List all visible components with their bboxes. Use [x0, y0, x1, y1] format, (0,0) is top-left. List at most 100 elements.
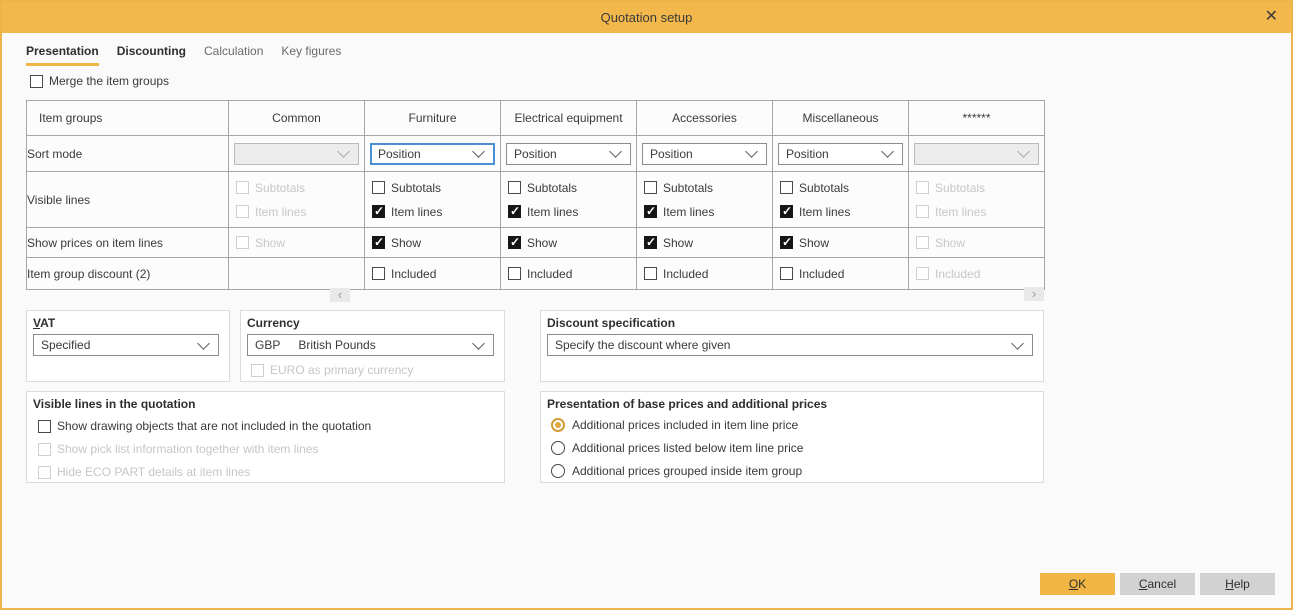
subtotals-checkbox-miscellaneous[interactable]: Subtotals: [780, 181, 908, 195]
checkbox-box-icon: [508, 236, 521, 249]
close-icon[interactable]: ✕: [1265, 8, 1278, 26]
subtotals-checkbox-accessories[interactable]: Subtotals: [644, 181, 772, 195]
visible-lines-group: Visible lines in the quotation Show draw…: [26, 391, 505, 483]
help-button[interactable]: Help: [1200, 573, 1275, 595]
euro-primary-currency-label: EURO as primary currency: [270, 363, 413, 377]
col-header-furniture: Furniture: [365, 101, 501, 136]
checkbox-box-icon: [236, 236, 249, 249]
show-checkbox-electrical[interactable]: Show: [501, 236, 636, 250]
radio-button-icon: [551, 418, 565, 432]
checkbox-box-icon: [780, 181, 793, 194]
tab-calculation[interactable]: Calculation: [204, 44, 263, 66]
item-lines-checkbox-miscellaneous[interactable]: Item lines: [780, 205, 908, 219]
subtotals-checkbox-masked: Subtotals: [916, 181, 1044, 195]
chevron-down-icon: [337, 145, 350, 158]
checkbox-box-icon: [236, 181, 249, 194]
chevron-down-icon: [609, 145, 622, 158]
checkbox-box-icon: [30, 75, 43, 88]
subtotals-checkbox-furniture[interactable]: Subtotals: [372, 181, 500, 195]
discount-specification-group: Discount specification Specify the disco…: [540, 310, 1044, 382]
show-checkbox-accessories[interactable]: Show: [637, 236, 772, 250]
currency-group: Currency GBPBritish Pounds EURO as prima…: [240, 310, 505, 382]
chevron-down-icon: [472, 145, 485, 158]
included-checkbox-electrical[interactable]: Included: [501, 267, 636, 281]
quotation-setup-dialog: Quotation setup ✕ Presentation Discounti…: [0, 0, 1293, 610]
item-lines-checkbox-masked: Item lines: [916, 205, 1044, 219]
item-groups-table: Item groups Common Furniture Electrical …: [26, 100, 1045, 290]
sort-mode-select-furniture[interactable]: Position: [370, 143, 495, 165]
visible-lines-group-title: Visible lines in the quotation: [27, 392, 504, 411]
ok-button[interactable]: OK: [1040, 573, 1115, 595]
checkbox-box-icon: [916, 205, 929, 218]
merge-item-groups-label: Merge the item groups: [49, 74, 169, 88]
show-checkbox-masked: Show: [909, 236, 1044, 250]
item-lines-checkbox-accessories[interactable]: Item lines: [644, 205, 772, 219]
checkbox-box-icon: [372, 236, 385, 249]
vat-select[interactable]: Specified: [33, 334, 219, 356]
scroll-right-button[interactable]: ›: [1024, 287, 1044, 301]
empty-cell: [229, 258, 365, 290]
chevron-down-icon: [1017, 145, 1030, 158]
euro-primary-currency-checkbox: EURO as primary currency: [251, 363, 504, 377]
vat-select-value: Specified: [41, 338, 90, 352]
included-checkbox-masked: Included: [909, 267, 1044, 281]
chevron-right-icon: ›: [1032, 287, 1036, 301]
checkbox-box-icon: [38, 420, 51, 433]
included-checkbox-accessories[interactable]: Included: [637, 267, 772, 281]
merge-item-groups-checkbox[interactable]: Merge the item groups: [30, 74, 169, 88]
show-drawing-objects-checkbox[interactable]: Show drawing objects that are not includ…: [38, 419, 504, 433]
discount-specification-value: Specify the discount where given: [555, 338, 730, 352]
currency-select[interactable]: GBPBritish Pounds: [247, 334, 494, 356]
row-label-sort-mode: Sort mode: [27, 136, 229, 172]
checkbox-box-icon: [644, 267, 657, 280]
radio-prices-included[interactable]: Additional prices included in item line …: [551, 418, 1043, 432]
table-header-row: Item groups Common Furniture Electrical …: [27, 101, 1045, 136]
sort-mode-select-miscellaneous[interactable]: Position: [778, 143, 903, 165]
col-header-electrical: Electrical equipment: [501, 101, 637, 136]
checkbox-box-icon: [372, 181, 385, 194]
currency-select-value: GBPBritish Pounds: [255, 338, 376, 352]
included-checkbox-furniture[interactable]: Included: [365, 267, 500, 281]
checkbox-box-icon: [508, 181, 521, 194]
tab-presentation[interactable]: Presentation: [26, 44, 99, 66]
discount-specification-title: Discount specification: [541, 311, 1043, 330]
show-pick-list-checkbox: Show pick list information together with…: [38, 442, 504, 456]
checkbox-box-icon: [372, 205, 385, 218]
checkbox-box-icon: [780, 205, 793, 218]
row-label-show-prices: Show prices on item lines: [27, 228, 229, 258]
show-checkbox-furniture[interactable]: Show: [365, 236, 500, 250]
base-prices-group-title: Presentation of base prices and addition…: [541, 392, 1043, 411]
row-label-item-group-discount: Item group discount (2): [27, 258, 229, 290]
radio-prices-listed-below[interactable]: Additional prices listed below item line…: [551, 441, 1043, 455]
col-header-miscellaneous: Miscellaneous: [773, 101, 909, 136]
tab-key-figures[interactable]: Key figures: [281, 44, 341, 66]
checkbox-box-icon: [508, 267, 521, 280]
scroll-left-button[interactable]: ‹: [330, 288, 350, 302]
chevron-down-icon: [745, 145, 758, 158]
col-header-common: Common: [229, 101, 365, 136]
sort-mode-select-accessories[interactable]: Position: [642, 143, 767, 165]
vat-group: VAT Specified: [26, 310, 230, 382]
checkbox-box-icon: [38, 443, 51, 456]
tab-discounting[interactable]: Discounting: [117, 44, 186, 66]
item-lines-checkbox-electrical[interactable]: Item lines: [508, 205, 636, 219]
checkbox-box-icon: [372, 267, 385, 280]
discount-specification-select[interactable]: Specify the discount where given: [547, 334, 1033, 356]
chevron-left-icon: ‹: [338, 288, 342, 302]
item-lines-checkbox-furniture[interactable]: Item lines: [372, 205, 500, 219]
sort-mode-select-electrical[interactable]: Position: [506, 143, 631, 165]
show-checkbox-miscellaneous[interactable]: Show: [773, 236, 908, 250]
chevron-down-icon: [1011, 337, 1024, 350]
sort-mode-select-common: [234, 143, 359, 165]
subtotals-checkbox-electrical[interactable]: Subtotals: [508, 181, 636, 195]
col-header-item-groups: Item groups: [27, 101, 229, 136]
show-checkbox-common: Show: [229, 236, 364, 250]
cancel-button[interactable]: Cancel: [1120, 573, 1195, 595]
radio-prices-grouped[interactable]: Additional prices grouped inside item gr…: [551, 464, 1043, 478]
checkbox-box-icon: [916, 267, 929, 280]
currency-group-title: Currency: [241, 311, 504, 330]
checkbox-box-icon: [780, 236, 793, 249]
checkbox-box-icon: [38, 466, 51, 479]
item-lines-checkbox-common: Item lines: [236, 205, 364, 219]
included-checkbox-miscellaneous[interactable]: Included: [773, 267, 908, 281]
